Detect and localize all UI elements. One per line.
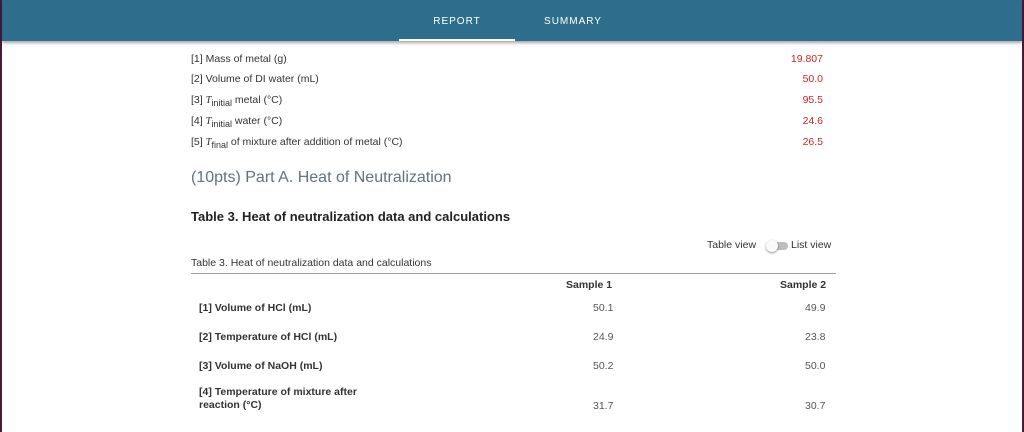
table-row-label: [3] Volume of NaOH (mL): [199, 360, 323, 372]
measurement-row-mass-metal: [1] Mass of metal (g) 19.807: [191, 50, 836, 70]
measurement-label: [1] Mass of metal (g): [191, 53, 287, 65]
table-top-rule: [191, 273, 836, 274]
view-toggle-switch[interactable]: [766, 240, 788, 252]
table-cell: 24.9: [593, 331, 614, 343]
label-suffix: water (°C): [231, 115, 283, 127]
tab-summary[interactable]: SUMMARY: [515, 0, 631, 39]
label-prefix: [5]: [191, 136, 206, 148]
measurement-row-tfinal-mixture: [5] Tfinal of mixture after addition of …: [191, 133, 836, 153]
table-cell: 50.1: [593, 302, 614, 314]
label-suffix: of mixture after addition of metal (°C): [227, 136, 403, 148]
measurement-label: [4] Tinitial water (°C): [191, 115, 282, 129]
measurement-value: 95.5: [802, 94, 823, 106]
temperature-subscript: initial: [211, 98, 232, 108]
temperature-subscript: final: [211, 140, 228, 150]
temperature-subscript: initial: [211, 119, 232, 129]
measurement-row-tinitial-water: [4] Tinitial water (°C) 24.6: [191, 112, 836, 132]
section-title: (10pts) Part A. Heat of Neutralization: [191, 169, 452, 186]
table-row-label: [4] Temperature of mixture after reactio…: [199, 386, 357, 412]
table-cell: 50.0: [805, 360, 826, 372]
row-label-line: [4] Temperature of mixture after: [199, 386, 357, 398]
column-header-sample-1: Sample 1: [566, 279, 613, 291]
table-row-label: [1] Volume of HCl (mL): [199, 302, 312, 314]
measurement-label: [3] Tinitial metal (°C): [191, 94, 282, 108]
tab-report[interactable]: REPORT: [399, 0, 515, 41]
table-view-label: Table view: [707, 239, 757, 251]
measurement-value: 24.6: [802, 115, 823, 127]
row-label-line: reaction (°C): [199, 399, 262, 411]
column-header-sample-2: Sample 2: [780, 279, 827, 291]
label-prefix: [3]: [191, 94, 206, 106]
table-cell: 31.7: [593, 400, 614, 412]
measurement-value: 50.0: [802, 73, 823, 85]
toggle-knob: [766, 240, 778, 252]
table-caption: Table 3. Heat of neutralization data and…: [191, 257, 432, 269]
measurement-label: [2] Volume of DI water (mL): [191, 73, 319, 85]
top-nav-bar: REPORT SUMMARY: [2, 0, 1022, 41]
measurement-row-volume-water: [2] Volume of DI water (mL) 50.0: [191, 70, 836, 90]
table-cell: 23.8: [805, 331, 826, 343]
table-heading: Table 3. Heat of neutralization data and…: [191, 209, 511, 224]
measurement-value: 26.5: [802, 136, 823, 148]
label-suffix: metal (°C): [231, 94, 283, 106]
label-prefix: [4]: [191, 115, 206, 127]
measurement-row-tinitial-metal: [3] Tinitial metal (°C) 95.5: [191, 91, 836, 111]
table-row-label: [2] Temperature of HCl (mL): [199, 331, 338, 343]
view-toggle: Table view List view: [700, 238, 840, 254]
measurement-value: 19.807: [790, 53, 823, 65]
measurement-label: [5] Tfinal of mixture after addition of …: [191, 136, 403, 150]
table-cell: 49.9: [805, 302, 826, 314]
table-cell: 50.2: [593, 360, 614, 372]
window-left-edge: [0, 0, 2, 432]
list-view-label: List view: [791, 239, 832, 251]
table-cell: 30.7: [805, 400, 826, 412]
